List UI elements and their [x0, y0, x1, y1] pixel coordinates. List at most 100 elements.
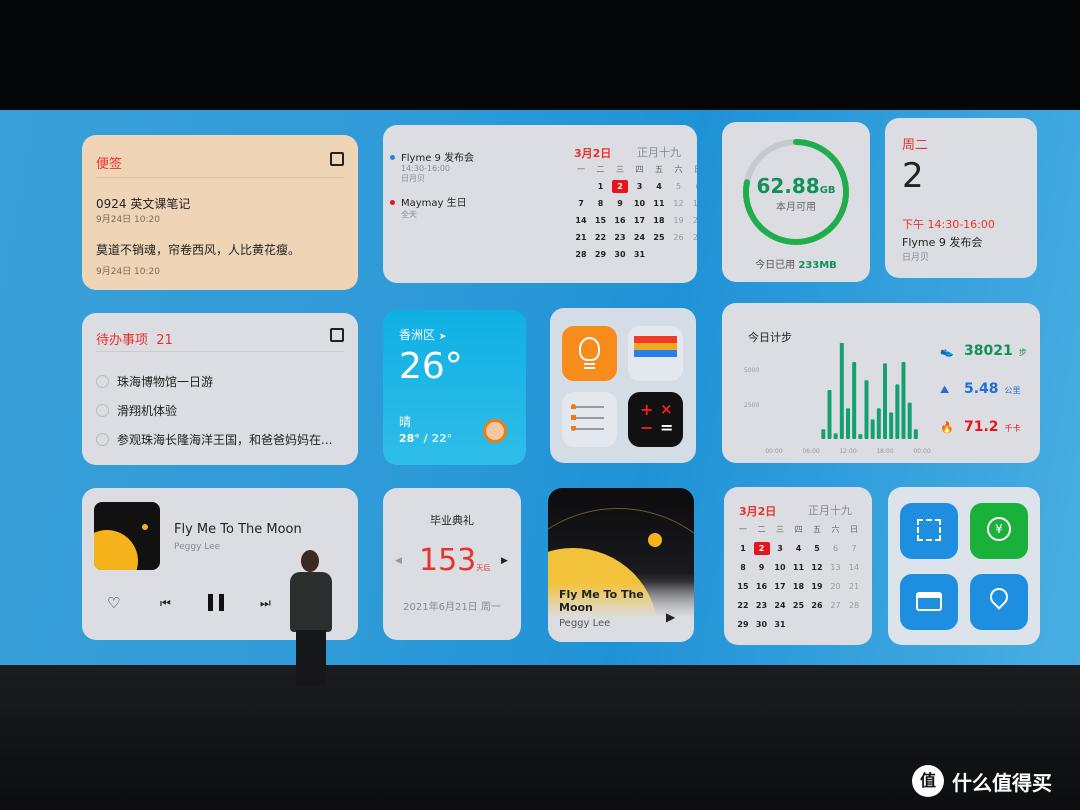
location-icon[interactable]	[970, 574, 1028, 630]
day-cell[interactable]: 1	[735, 542, 751, 555]
day-cell[interactable]: 23	[612, 231, 628, 244]
day-cell[interactable]: 7	[573, 197, 589, 210]
day-cell[interactable]: 7	[846, 542, 862, 555]
day-cell[interactable]: 15	[593, 214, 609, 227]
day-cell[interactable]: 19	[809, 580, 825, 593]
schedule-widget[interactable]: Flyme 9 发布会 14:30-16:00 日月贝 Maymay 生日 全天 3…	[383, 125, 697, 283]
day-cell[interactable]: 23	[754, 599, 770, 612]
day-cell-today[interactable]: 2	[753, 542, 770, 555]
day-cell[interactable]: 6	[690, 180, 697, 193]
event-item[interactable]: Maymay 生日 全天	[390, 194, 474, 220]
note-item[interactable]: 莫道不销魂，帘卷西风，人比黄花瘦。 9月24日 10:20	[96, 241, 300, 277]
day-cell[interactable]: 27	[828, 599, 844, 612]
day-cell[interactable]: 29	[735, 618, 751, 631]
day-cell[interactable]: 8	[593, 197, 609, 210]
day-cell[interactable]: 9	[754, 561, 770, 574]
todo-item[interactable]: 滑翔机体验	[96, 402, 332, 419]
day-cell[interactable]: 26	[671, 231, 687, 244]
wechat-pay-icon[interactable]: ¥	[970, 503, 1028, 559]
day-cell[interactable]: 17	[772, 580, 788, 593]
day-cell[interactable]: 22	[735, 599, 751, 612]
todo-widget[interactable]: 待办事项 21 珠海博物馆一日游 滑翔机体验 参观珠海长隆海洋王国，和爸爸妈妈在…	[82, 313, 358, 465]
note-item[interactable]: 0924 英文课笔记 9月24日 10:20	[96, 195, 190, 225]
day-cell[interactable]: 5	[809, 542, 825, 555]
day-cell[interactable]: 28	[846, 599, 862, 612]
day-cell[interactable]: 27	[690, 231, 697, 244]
day-cell[interactable]: 4	[651, 180, 667, 193]
scan-icon[interactable]	[900, 503, 958, 559]
checkbox[interactable]	[96, 375, 109, 388]
edit-icon[interactable]	[330, 152, 344, 166]
notes-widget[interactable]: 便签 0924 英文课笔记 9月24日 10:20 莫道不销魂，帘卷西风，人比黄…	[82, 135, 358, 290]
day-cell[interactable]: 3	[632, 180, 648, 193]
day-cell[interactable]: 25	[791, 599, 807, 612]
play-icon[interactable]: ▶	[666, 610, 675, 624]
day-cell[interactable]: 22	[593, 231, 609, 244]
todo-item[interactable]: 参观珠海长隆海洋王国，和爸爸妈妈在...	[96, 431, 332, 448]
event-item[interactable]: Flyme 9 发布会 14:30-16:00 日月贝	[390, 149, 474, 184]
day-cell[interactable]: 1	[593, 180, 609, 193]
day-cell[interactable]: 12	[809, 561, 825, 574]
day-cell[interactable]: 24	[632, 231, 648, 244]
steps-widget[interactable]: 今日计步 5000 2500 00:00 06:00 12:00 18:00 00:00 👟…	[722, 303, 1040, 463]
day-cell[interactable]: 20	[690, 214, 697, 227]
day-cell[interactable]: 15	[735, 580, 751, 593]
day-cell[interactable]: 29	[593, 248, 609, 261]
countdown-widget[interactable]: 毕业典礼 ◀ 153天后 ▶ 2021年6月21日 周一	[383, 488, 521, 640]
prev-arrow-icon[interactable]: ◀	[395, 556, 402, 566]
day-cell[interactable]: 11	[791, 561, 807, 574]
music-art-widget[interactable]: Fly Me To The Moon Peggy Lee ▶	[548, 488, 694, 642]
day-cell[interactable]: 14	[846, 561, 862, 574]
lightbulb-icon[interactable]	[562, 326, 617, 381]
day-cell[interactable]: 18	[651, 214, 667, 227]
calendar-widget[interactable]: 3月2日 正月十九 一二三四五六日 1 2 3 4 5 6 7 8 9 10 11 12 13 14 15 16…	[724, 487, 872, 645]
day-cell[interactable]: 9	[612, 197, 628, 210]
day-cell[interactable]: 13	[828, 561, 844, 574]
day-cell[interactable]: 16	[754, 580, 770, 593]
day-cell[interactable]: 31	[772, 618, 788, 631]
day-cell[interactable]: 10	[632, 197, 648, 210]
day-cell-today[interactable]: 2	[612, 180, 628, 193]
todo-item[interactable]: 珠海博物馆一日游	[96, 373, 332, 390]
day-cell[interactable]: 28	[573, 248, 589, 261]
day-cell[interactable]: 26	[809, 599, 825, 612]
day-cell[interactable]: 14	[573, 214, 589, 227]
day-cell[interactable]: 16	[612, 214, 628, 227]
day-cell[interactable]: 21	[846, 580, 862, 593]
day-cell[interactable]: 30	[612, 248, 628, 261]
list-icon[interactable]	[562, 392, 617, 447]
day-cell[interactable]: 11	[651, 197, 667, 210]
day-cell[interactable]: 17	[632, 214, 648, 227]
checkbox[interactable]	[96, 404, 109, 417]
checkbox[interactable]	[96, 433, 109, 446]
previous-icon[interactable]: ⏮	[160, 596, 171, 611]
day-cell[interactable]: 21	[573, 231, 589, 244]
weather-widget[interactable]: 香洲区 ➤ 26° 晴 28° / 22°	[383, 310, 526, 465]
day-cell[interactable]: 31	[632, 248, 648, 261]
day-widget[interactable]: 周二 2 下午 14:30-16:00 Flyme 9 发布会 日月贝	[885, 118, 1037, 278]
day-cell[interactable]: 30	[754, 618, 770, 631]
calculator-icon[interactable]: + × − =	[628, 392, 683, 447]
day-cell[interactable]: 6	[828, 542, 844, 555]
day-cell[interactable]: 18	[791, 580, 807, 593]
edit-icon[interactable]	[330, 328, 344, 342]
heart-icon[interactable]: ♡	[107, 594, 120, 612]
wallet-cards-icon[interactable]	[628, 326, 683, 381]
day-cell[interactable]: 12	[671, 197, 687, 210]
storage-widget[interactable]: 62.88GB 本月可用 今日已用 233MB	[722, 122, 870, 282]
day-cell[interactable]: 13	[690, 197, 697, 210]
day-cell[interactable]: 8	[735, 561, 751, 574]
next-arrow-icon[interactable]: ▶	[501, 556, 508, 566]
day-cell[interactable]: 19	[671, 214, 687, 227]
pause-icon[interactable]	[208, 594, 224, 611]
day-cell[interactable]: 5	[671, 180, 687, 193]
notes-title: 便签	[96, 157, 123, 172]
day-cell[interactable]: 24	[772, 599, 788, 612]
day-cell[interactable]: 4	[791, 542, 807, 555]
next-icon[interactable]: ⏭	[260, 596, 271, 611]
day-cell[interactable]: 25	[651, 231, 667, 244]
day-cell[interactable]: 10	[772, 561, 788, 574]
day-cell[interactable]: 20	[828, 580, 844, 593]
card-icon[interactable]	[900, 574, 958, 630]
day-cell[interactable]: 3	[772, 542, 788, 555]
